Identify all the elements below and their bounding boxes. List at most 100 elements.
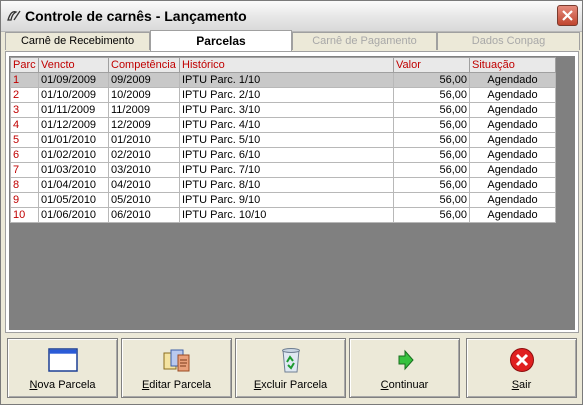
cell-situacao: Agendado (469, 87, 556, 103)
grid-area[interactable]: Parc Vencto Competência Histórico Valor … (9, 56, 575, 330)
header-parc[interactable]: Parc (10, 57, 39, 73)
header-competencia[interactable]: Competência (108, 57, 180, 73)
header-vencto[interactable]: Vencto (38, 57, 109, 73)
installments-grid: Parc Vencto Competência Histórico Valor … (10, 57, 556, 223)
cell-historico: IPTU Parc. 6/10 (179, 147, 394, 163)
cell-situacao: Agendado (469, 102, 556, 118)
cell-competencia: 02/2010 (108, 147, 180, 163)
cell-parc: 8 (10, 177, 39, 193)
tab-carne-recebimento[interactable]: Carnê de Recebimento (5, 32, 150, 50)
window-icon (48, 348, 78, 372)
cell-historico: IPTU Parc. 9/10 (179, 192, 394, 208)
header-situacao[interactable]: Situação (469, 57, 556, 73)
cell-competencia: 10/2009 (108, 87, 180, 103)
cell-situacao: Agendado (469, 147, 556, 163)
cell-competencia: 04/2010 (108, 177, 180, 193)
cell-vencto: 01/11/2009 (38, 102, 109, 118)
table-row[interactable]: 1 01/09/2009 09/2009 IPTU Parc. 1/10 56,00 Ag… (10, 72, 556, 88)
cell-valor: 56,00 (393, 192, 470, 208)
cell-valor: 56,00 (393, 147, 470, 163)
continuar-label: ontinuar (388, 379, 429, 391)
cell-parc: 9 (10, 192, 39, 208)
cell-competencia: 11/2009 (108, 102, 180, 118)
tab-panel-parcelas: Parc Vencto Competência Histórico Valor … (5, 51, 579, 333)
table-row[interactable]: 4 01/12/2009 12/2009 IPTU Parc. 4/10 56,00 Ag… (10, 117, 556, 133)
cell-situacao: Agendado (469, 177, 556, 193)
cell-parc: 1 (10, 72, 39, 88)
cell-situacao: Agendado (469, 117, 556, 133)
table-row[interactable]: 3 01/11/2009 11/2009 IPTU Parc. 3/10 56,00 Ag… (10, 102, 556, 118)
cell-historico: IPTU Parc. 3/10 (179, 102, 394, 118)
cell-parc: 10 (10, 207, 39, 223)
table-row[interactable]: 9 01/05/2010 05/2010 IPTU Parc. 9/10 56,00 Ag… (10, 192, 556, 208)
accel-key: S (511, 379, 520, 391)
edit-documents-icon (163, 349, 190, 372)
cell-situacao: Agendado (469, 162, 556, 178)
cell-vencto: 01/02/2010 (38, 147, 109, 163)
app-window: Controle de carnês - Lançamento Carnê de… (0, 0, 583, 405)
excluir-parcela-button[interactable]: Excluir Parcela (235, 338, 346, 398)
cell-historico: IPTU Parc. 5/10 (179, 132, 394, 148)
green-arrow-icon (398, 349, 414, 371)
grid-header-row: Parc Vencto Competência Histórico Valor … (10, 57, 556, 73)
cell-valor: 56,00 (393, 117, 470, 133)
close-button[interactable] (557, 5, 578, 26)
cell-parc: 4 (10, 117, 39, 133)
app-logo-icon (7, 10, 21, 21)
sair-label: air (519, 379, 532, 391)
table-row[interactable]: 6 01/02/2010 02/2010 IPTU Parc. 6/10 56,00 Ag… (10, 147, 556, 163)
cell-parc: 5 (10, 132, 39, 148)
nova-parcela-label: ova Parcela (37, 379, 96, 391)
table-row[interactable]: 5 01/01/2010 01/2010 IPTU Parc. 5/10 56,00 Ag… (10, 132, 556, 148)
cell-historico: IPTU Parc. 7/10 (179, 162, 394, 178)
cell-historico: IPTU Parc. 8/10 (179, 177, 394, 193)
cell-competencia: 03/2010 (108, 162, 180, 178)
cell-vencto: 01/05/2010 (38, 192, 109, 208)
table-row[interactable]: 7 01/03/2010 03/2010 IPTU Parc. 7/10 56,00 Ag… (10, 162, 556, 178)
header-historico[interactable]: Histórico (179, 57, 394, 73)
cell-valor: 56,00 (393, 87, 470, 103)
cell-historico: IPTU Parc. 10/10 (179, 207, 394, 223)
tab-carne-pagamento: Carnê de Pagamento (292, 32, 437, 50)
table-row[interactable]: 10 01/06/2010 06/2010 IPTU Parc. 10/10 56,00… (10, 207, 556, 223)
cell-historico: IPTU Parc. 1/10 (179, 72, 394, 88)
cell-vencto: 01/06/2010 (38, 207, 109, 223)
cell-valor: 56,00 (393, 177, 470, 193)
accel-key: C (380, 379, 389, 391)
cell-parc: 2 (10, 87, 39, 103)
cell-valor: 56,00 (393, 72, 470, 88)
cell-competencia: 05/2010 (108, 192, 180, 208)
close-icon (562, 10, 573, 21)
sair-button[interactable]: Sair (466, 338, 577, 398)
tab-dados-conpag: Dados Conpag (437, 32, 580, 50)
cell-valor: 56,00 (393, 162, 470, 178)
cell-vencto: 01/03/2010 (38, 162, 109, 178)
window-title: Controle de carnês - Lançamento (25, 8, 247, 24)
tab-parcelas[interactable]: Parcelas (150, 30, 292, 51)
excluir-parcela-label: xcluir Parcela (261, 379, 328, 391)
table-row[interactable]: 2 01/10/2009 10/2009 IPTU Parc. 2/10 56,00 Ag… (10, 87, 556, 103)
button-bar: Nova Parcela Editar Parcela Excluir Parc… (5, 335, 580, 401)
title-bar[interactable]: Controle de carnês - Lançamento (1, 1, 582, 32)
nova-parcela-button[interactable]: Nova Parcela (7, 338, 118, 398)
cell-valor: 56,00 (393, 102, 470, 118)
header-valor[interactable]: Valor (393, 57, 470, 73)
cell-valor: 56,00 (393, 132, 470, 148)
continuar-button[interactable]: Continuar (349, 338, 460, 398)
cell-competencia: 01/2010 (108, 132, 180, 148)
cell-parc: 7 (10, 162, 39, 178)
table-row[interactable]: 8 01/04/2010 04/2010 IPTU Parc. 8/10 56,00 Ag… (10, 177, 556, 193)
editar-parcela-button[interactable]: Editar Parcela (121, 338, 232, 398)
tab-strip: Carnê de Recebimento Parcelas Carnê de P… (5, 30, 580, 51)
cell-vencto: 01/09/2009 (38, 72, 109, 88)
cell-vencto: 01/04/2010 (38, 177, 109, 193)
cell-situacao: Agendado (469, 132, 556, 148)
red-x-icon (510, 348, 534, 372)
cell-vencto: 01/12/2009 (38, 117, 109, 133)
cell-situacao: Agendado (469, 207, 556, 223)
cell-parc: 6 (10, 147, 39, 163)
editar-parcela-label: ditar Parcela (149, 379, 212, 391)
cell-competencia: 06/2010 (108, 207, 180, 223)
cell-competencia: 12/2009 (108, 117, 180, 133)
cell-historico: IPTU Parc. 2/10 (179, 87, 394, 103)
